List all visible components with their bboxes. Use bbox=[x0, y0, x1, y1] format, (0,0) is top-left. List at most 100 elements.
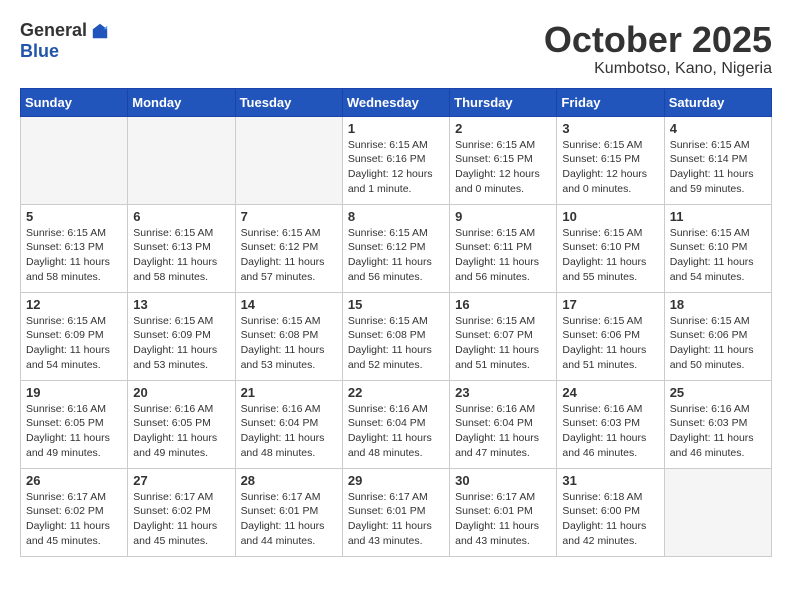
day-number: 8 bbox=[348, 209, 444, 224]
day-info: Sunrise: 6:17 AM Sunset: 6:01 PM Dayligh… bbox=[348, 490, 444, 549]
day-info: Sunrise: 6:16 AM Sunset: 6:04 PM Dayligh… bbox=[241, 402, 337, 461]
day-cell: 30 Sunrise: 6:17 AM Sunset: 6:01 PM Dayli… bbox=[450, 468, 557, 556]
week-row-3: 12 Sunrise: 6:15 AM Sunset: 6:09 PM Dayli… bbox=[21, 292, 772, 380]
day-cell bbox=[664, 468, 771, 556]
day-info: Sunrise: 6:16 AM Sunset: 6:04 PM Dayligh… bbox=[348, 402, 444, 461]
day-cell: 13 Sunrise: 6:15 AM Sunset: 6:09 PM Dayli… bbox=[128, 292, 235, 380]
day-number: 3 bbox=[562, 121, 658, 136]
day-cell: 7Sunrise: 6:15 AM Sunset: 6:12 PM Daylig… bbox=[235, 204, 342, 292]
day-cell bbox=[21, 116, 128, 204]
day-info: Sunrise: 6:15 AM Sunset: 6:15 PM Dayligh… bbox=[455, 138, 551, 197]
day-cell: 17 Sunrise: 6:15 AM Sunset: 6:06 PM Dayli… bbox=[557, 292, 664, 380]
day-info: Sunrise: 6:15 AM Sunset: 6:06 PM Dayligh… bbox=[562, 314, 658, 373]
logo-general-text: General bbox=[20, 20, 87, 41]
day-number: 22 bbox=[348, 385, 444, 400]
day-info: Sunrise: 6:16 AM Sunset: 6:03 PM Dayligh… bbox=[670, 402, 766, 461]
day-number: 9 bbox=[455, 209, 551, 224]
day-cell: 24 Sunrise: 6:16 AM Sunset: 6:03 PM Dayli… bbox=[557, 380, 664, 468]
day-cell: 18 Sunrise: 6:15 AM Sunset: 6:06 PM Dayli… bbox=[664, 292, 771, 380]
day-info: Sunrise: 6:16 AM Sunset: 6:03 PM Dayligh… bbox=[562, 402, 658, 461]
day-number: 18 bbox=[670, 297, 766, 312]
day-number: 11 bbox=[670, 209, 766, 224]
day-number: 2 bbox=[455, 121, 551, 136]
day-info: Sunrise: 6:15 AM Sunset: 6:11 PM Dayligh… bbox=[455, 226, 551, 285]
day-cell: 15Sunrise: 6:15 AM Sunset: 6:08 PM Dayli… bbox=[342, 292, 449, 380]
weekday-header-wednesday: Wednesday bbox=[342, 88, 449, 116]
day-cell: 21 Sunrise: 6:16 AM Sunset: 6:04 PM Dayli… bbox=[235, 380, 342, 468]
day-cell bbox=[128, 116, 235, 204]
day-info: Sunrise: 6:17 AM Sunset: 6:01 PM Dayligh… bbox=[455, 490, 551, 549]
weekday-header-sunday: Sunday bbox=[21, 88, 128, 116]
day-number: 30 bbox=[455, 473, 551, 488]
title-block: October 2025 Kumbotso, Kano, Nigeria bbox=[544, 20, 772, 78]
month-title: October 2025 bbox=[544, 20, 772, 60]
day-info: Sunrise: 6:15 AM Sunset: 6:12 PM Dayligh… bbox=[348, 226, 444, 285]
calendar-table: SundayMondayTuesdayWednesdayThursdayFrid… bbox=[20, 88, 772, 557]
day-info: Sunrise: 6:15 AM Sunset: 6:10 PM Dayligh… bbox=[670, 226, 766, 285]
day-cell: 20 Sunrise: 6:16 AM Sunset: 6:05 PM Dayli… bbox=[128, 380, 235, 468]
day-info: Sunrise: 6:15 AM Sunset: 6:13 PM Dayligh… bbox=[26, 226, 122, 285]
day-info: Sunrise: 6:16 AM Sunset: 6:05 PM Dayligh… bbox=[26, 402, 122, 461]
location-text: Kumbotso, Kano, Nigeria bbox=[544, 60, 772, 78]
day-number: 20 bbox=[133, 385, 229, 400]
day-info: Sunrise: 6:15 AM Sunset: 6:09 PM Dayligh… bbox=[133, 314, 229, 373]
day-info: Sunrise: 6:17 AM Sunset: 6:02 PM Dayligh… bbox=[26, 490, 122, 549]
day-number: 1 bbox=[348, 121, 444, 136]
day-number: 13 bbox=[133, 297, 229, 312]
weekday-header-tuesday: Tuesday bbox=[235, 88, 342, 116]
day-info: Sunrise: 6:17 AM Sunset: 6:02 PM Dayligh… bbox=[133, 490, 229, 549]
day-cell: 5 Sunrise: 6:15 AM Sunset: 6:13 PM Daylig… bbox=[21, 204, 128, 292]
day-number: 12 bbox=[26, 297, 122, 312]
day-number: 25 bbox=[670, 385, 766, 400]
day-cell: 14 Sunrise: 6:15 AM Sunset: 6:08 PM Dayli… bbox=[235, 292, 342, 380]
day-cell: 16 Sunrise: 6:15 AM Sunset: 6:07 PM Dayli… bbox=[450, 292, 557, 380]
day-number: 17 bbox=[562, 297, 658, 312]
week-row-1: 1 Sunrise: 6:15 AM Sunset: 6:16 PM Daylig… bbox=[21, 116, 772, 204]
day-number: 14 bbox=[241, 297, 337, 312]
day-cell: 23 Sunrise: 6:16 AM Sunset: 6:04 PM Dayli… bbox=[450, 380, 557, 468]
day-info: Sunrise: 6:15 AM Sunset: 6:08 PM Dayligh… bbox=[241, 314, 337, 373]
day-cell: 27 Sunrise: 6:17 AM Sunset: 6:02 PM Dayli… bbox=[128, 468, 235, 556]
day-cell: 4Sunrise: 6:15 AM Sunset: 6:14 PM Daylig… bbox=[664, 116, 771, 204]
logo-blue-text: Blue bbox=[20, 41, 59, 61]
day-info: Sunrise: 6:15 AM Sunset: 6:15 PM Dayligh… bbox=[562, 138, 658, 197]
day-cell: 22 Sunrise: 6:16 AM Sunset: 6:04 PM Dayli… bbox=[342, 380, 449, 468]
day-number: 21 bbox=[241, 385, 337, 400]
day-cell: 6Sunrise: 6:15 AM Sunset: 6:13 PM Daylig… bbox=[128, 204, 235, 292]
logo-icon bbox=[91, 22, 109, 40]
day-info: Sunrise: 6:15 AM Sunset: 6:09 PM Dayligh… bbox=[26, 314, 122, 373]
day-info: Sunrise: 6:15 AM Sunset: 6:13 PM Dayligh… bbox=[133, 226, 229, 285]
day-number: 28 bbox=[241, 473, 337, 488]
day-info: Sunrise: 6:18 AM Sunset: 6:00 PM Dayligh… bbox=[562, 490, 658, 549]
day-info: Sunrise: 6:17 AM Sunset: 6:01 PM Dayligh… bbox=[241, 490, 337, 549]
day-cell: 11 Sunrise: 6:15 AM Sunset: 6:10 PM Dayli… bbox=[664, 204, 771, 292]
day-info: Sunrise: 6:15 AM Sunset: 6:06 PM Dayligh… bbox=[670, 314, 766, 373]
day-info: Sunrise: 6:16 AM Sunset: 6:05 PM Dayligh… bbox=[133, 402, 229, 461]
day-cell: 12 Sunrise: 6:15 AM Sunset: 6:09 PM Dayli… bbox=[21, 292, 128, 380]
day-number: 27 bbox=[133, 473, 229, 488]
day-number: 7 bbox=[241, 209, 337, 224]
day-info: Sunrise: 6:16 AM Sunset: 6:04 PM Dayligh… bbox=[455, 402, 551, 461]
week-row-2: 5 Sunrise: 6:15 AM Sunset: 6:13 PM Daylig… bbox=[21, 204, 772, 292]
day-number: 24 bbox=[562, 385, 658, 400]
day-cell: 25 Sunrise: 6:16 AM Sunset: 6:03 PM Dayli… bbox=[664, 380, 771, 468]
page-header: General Blue October 2025 Kumbotso, Kano… bbox=[20, 20, 772, 78]
day-number: 26 bbox=[26, 473, 122, 488]
day-cell bbox=[235, 116, 342, 204]
day-info: Sunrise: 6:15 AM Sunset: 6:16 PM Dayligh… bbox=[348, 138, 444, 197]
week-row-4: 19 Sunrise: 6:16 AM Sunset: 6:05 PM Dayli… bbox=[21, 380, 772, 468]
day-number: 16 bbox=[455, 297, 551, 312]
day-info: Sunrise: 6:15 AM Sunset: 6:07 PM Dayligh… bbox=[455, 314, 551, 373]
weekday-header-monday: Monday bbox=[128, 88, 235, 116]
day-number: 15 bbox=[348, 297, 444, 312]
day-cell: 26 Sunrise: 6:17 AM Sunset: 6:02 PM Dayli… bbox=[21, 468, 128, 556]
day-number: 4 bbox=[670, 121, 766, 136]
day-number: 23 bbox=[455, 385, 551, 400]
week-row-5: 26 Sunrise: 6:17 AM Sunset: 6:02 PM Dayli… bbox=[21, 468, 772, 556]
day-number: 19 bbox=[26, 385, 122, 400]
day-cell: 2 Sunrise: 6:15 AM Sunset: 6:15 PM Daylig… bbox=[450, 116, 557, 204]
day-number: 10 bbox=[562, 209, 658, 224]
day-number: 5 bbox=[26, 209, 122, 224]
day-cell: 19 Sunrise: 6:16 AM Sunset: 6:05 PM Dayli… bbox=[21, 380, 128, 468]
day-cell: 28 Sunrise: 6:17 AM Sunset: 6:01 PM Dayli… bbox=[235, 468, 342, 556]
